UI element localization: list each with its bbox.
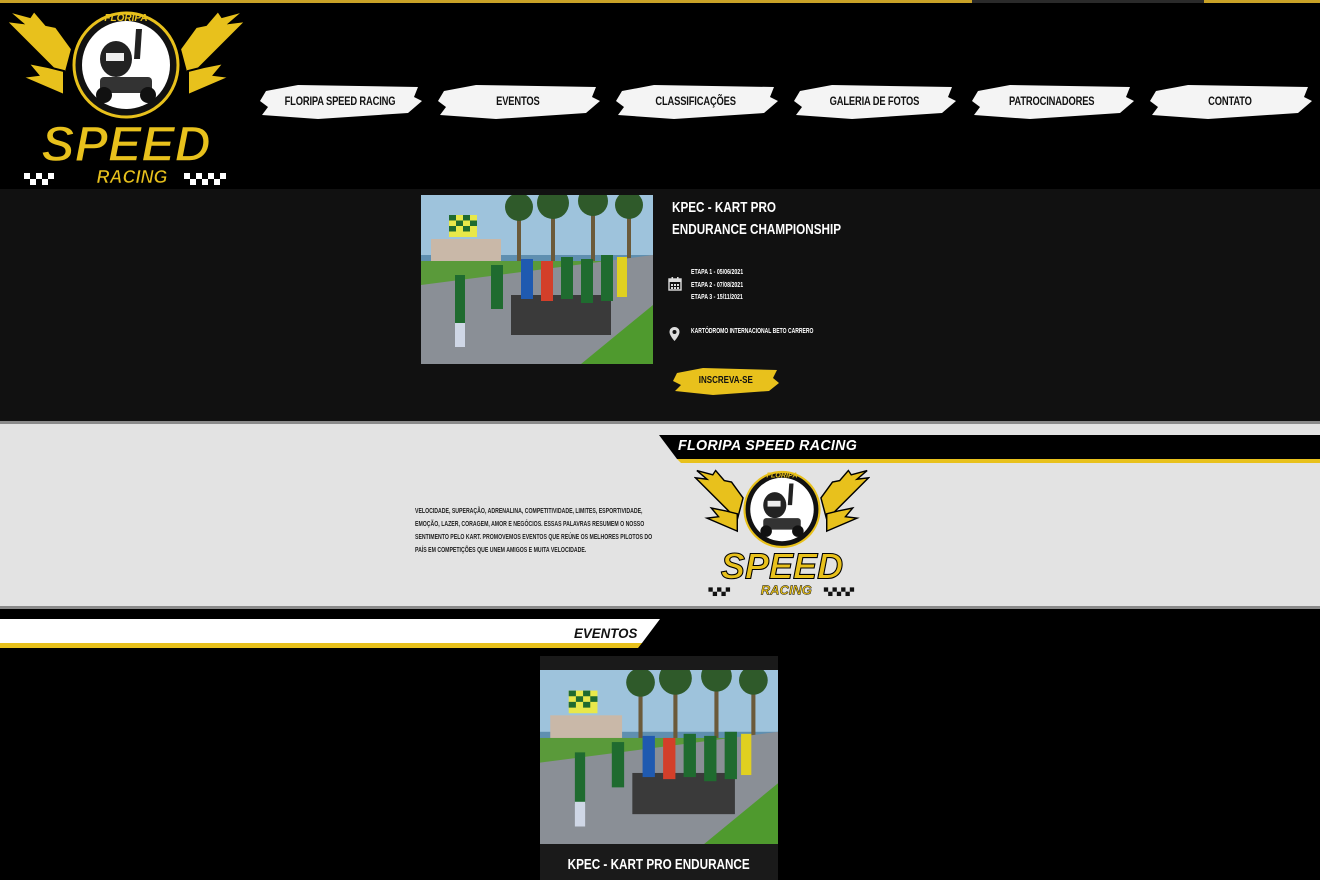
event-title: KPEC - KART PRO ENDURANCE CHAMPIONSHIP bbox=[672, 199, 842, 238]
nav-item-eventos[interactable]: EVENTOS bbox=[436, 79, 600, 123]
nav-item-classificacoes[interactable]: CLASSIFICAÇÕES bbox=[614, 79, 778, 123]
featured-event-section: KPEC - KART PRO ENDURANCE CHAMPIONSHIP E… bbox=[0, 189, 1320, 421]
event-stage: ETAPA 3 - 15/11/2021 bbox=[691, 294, 743, 301]
nav-label: CONTATO bbox=[1208, 94, 1252, 108]
nav-item-floripa-speed-racing[interactable]: FLORIPA SPEED RACING bbox=[258, 79, 422, 123]
nav-label: EVENTOS bbox=[496, 94, 540, 108]
about-section: FLORIPA SPEED RACING VELOCIDADE, SUPERAÇ… bbox=[0, 424, 1320, 606]
event-stages: ETAPA 1 - 05/06/2021 ETAPA 2 - 07/08/202… bbox=[691, 267, 743, 305]
about-title: FLORIPA SPEED RACING bbox=[678, 437, 858, 454]
events-title: EVENTOS bbox=[574, 625, 638, 641]
calendar-icon bbox=[668, 277, 682, 291]
nav-label: FLORIPA SPEED RACING bbox=[284, 94, 396, 108]
nav-item-galeria-de-fotos[interactable]: GALERIA DE FOTOS bbox=[792, 79, 956, 123]
map-pin-icon bbox=[669, 327, 680, 341]
about-text: VELOCIDADE, SUPERAÇÃO, ADRENALINA, COMPE… bbox=[415, 508, 653, 554]
event-stage: ETAPA 1 - 05/06/2021 bbox=[691, 269, 744, 276]
logo-racing-text: RACING bbox=[97, 167, 168, 187]
events-banner bbox=[0, 619, 660, 649]
event-card-title-text: KPEC - KART PRO ENDURANCE bbox=[567, 856, 751, 873]
nav-label: CLASSIFICAÇÕES bbox=[655, 94, 737, 108]
logo-racing-text: RACING bbox=[761, 583, 812, 598]
nav-item-patrocinadores[interactable]: PATROCINADORES bbox=[970, 79, 1134, 123]
nav-label: GALERIA DE FOTOS bbox=[829, 94, 919, 108]
event-venue: KARTÓDROMO INTERNACIONAL BETO CARRERO bbox=[691, 328, 814, 335]
logo-floripa-text: FLORIPA bbox=[104, 13, 147, 24]
nav-label: PATROCINADORES bbox=[1009, 94, 1095, 108]
event-stage: ETAPA 2 - 07/08/2021 bbox=[691, 281, 744, 289]
logo-speed-text: SPEED bbox=[721, 546, 843, 587]
speed-racing-logo[interactable]: FLORIPA SPEED RACING bbox=[3, 9, 249, 189]
speed-racing-logo: FLORIPA SPEED RACING bbox=[693, 469, 871, 599]
event-card-photo bbox=[540, 670, 778, 844]
event-photo bbox=[421, 195, 653, 364]
main-nav: FLORIPA SPEED RACING EVENTOS CLASSIFICAÇ… bbox=[258, 79, 1314, 123]
signup-button[interactable]: INSCREVA-SE bbox=[673, 365, 779, 395]
logo-speed-text: SPEED bbox=[41, 116, 211, 172]
event-card[interactable]: KPEC - KART PRO ENDURANCE bbox=[540, 656, 778, 880]
nav-item-contato[interactable]: CONTATO bbox=[1148, 79, 1312, 123]
event-card-title: KPEC - KART PRO ENDURANCE bbox=[540, 856, 778, 873]
logo-floripa-text: FLORIPA bbox=[766, 471, 797, 480]
site-header: FLORIPA SPEED RACING FLORIPA SPEED RACIN… bbox=[0, 3, 1320, 189]
signup-button-label: INSCREVA-SE bbox=[698, 374, 754, 386]
section-divider bbox=[0, 606, 1320, 609]
